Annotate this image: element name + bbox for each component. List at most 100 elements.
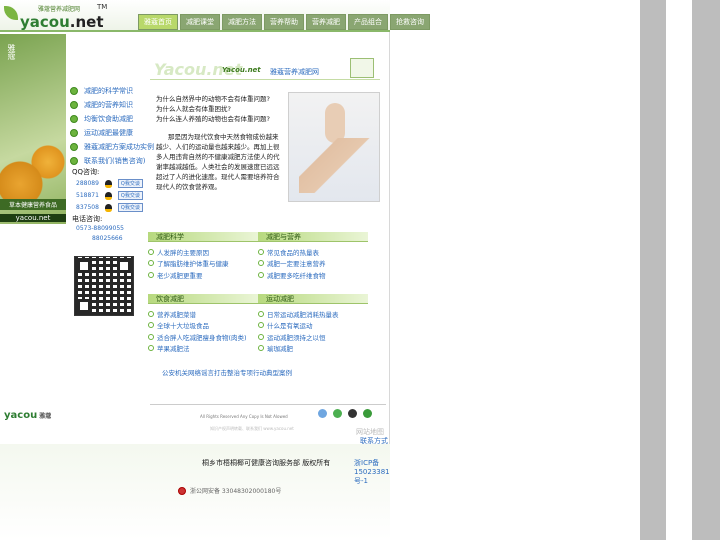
section-link-label: 减肥要多吃纤维食物 — [267, 271, 326, 280]
side-link[interactable]: 运动减肥最健康 — [70, 126, 154, 140]
icp-link[interactable]: 浙ICP备15023381号-1 — [354, 458, 390, 486]
qq-row: 518871 Q我交谈 — [76, 191, 143, 200]
model-photo — [288, 92, 380, 202]
side-link-label: 减肥的营养知识 — [84, 101, 133, 109]
fruit-image: 雅蔻 草本健康营养食品 yacou.net — [0, 34, 66, 224]
section-exercise: 运动减肥 日常运动减肥消耗热量表 什么是有氧运动 运动减肥须持之以恒 瑜珈减肥 — [258, 294, 368, 354]
side-links: 减肥的科学常识 减肥的营养知识 均衡饮食助减肥 运动减肥最健康 雅蔻减肥方案成功… — [70, 84, 154, 168]
section-link[interactable]: 减肥要多吃纤维食物 — [258, 269, 368, 281]
photo-figure — [325, 103, 345, 143]
weibo-icon[interactable] — [318, 409, 327, 418]
site-logo[interactable]: yacou.net — [20, 13, 104, 31]
section-link[interactable]: 了解脂肪维护体重与健康 — [148, 258, 258, 270]
leaf-logo-icon — [4, 6, 18, 20]
side-link[interactable]: 减肥的营养知识 — [70, 98, 154, 112]
section-science: 减肥科学 人发胖的主要原因 了解脂肪维护体重与健康 老少减肥更重要 — [148, 232, 258, 281]
side-link-label: 运动减肥最健康 — [84, 129, 133, 137]
police-record[interactable]: 浙公网安备 33048302000180号 — [178, 486, 281, 495]
nav-nutrition-diet[interactable]: 营养减肥 — [306, 14, 346, 30]
qq-number[interactable]: 518871 — [76, 192, 99, 199]
qq-number[interactable]: 288089 — [76, 180, 99, 187]
section-link-label: 瑜珈减肥 — [267, 345, 293, 354]
section-link-label: 营养减肥菜谱 — [157, 310, 196, 319]
section-link[interactable]: 全球十大垃圾食品 — [148, 320, 258, 332]
side-link[interactable]: 减肥的科学常识 — [70, 84, 154, 98]
qq-number[interactable]: 837508 — [76, 204, 99, 211]
nav-home[interactable]: 雅蔻首页 — [138, 14, 178, 30]
leaf-icon — [363, 409, 372, 418]
bottom-logo-small: 雅蔻 — [39, 413, 52, 420]
section-link[interactable]: 瑜珈减肥 — [258, 343, 368, 355]
circle-arrow-icon — [258, 271, 264, 278]
section-link-label: 了解脂肪维护体重与健康 — [157, 260, 229, 269]
section-link[interactable]: 常见食品的热量表 — [258, 246, 368, 258]
side-link[interactable]: 联系我们(销售咨询) — [70, 154, 154, 168]
qq-row: 288089 Q我交谈 — [76, 179, 143, 188]
copyright: 桐乡市梧桐椰可健康咨询服务部 版权所有 — [202, 459, 331, 467]
circle-arrow-icon — [148, 248, 154, 255]
tel-number-1: 0573-88099055 — [76, 225, 124, 232]
qq-icon[interactable] — [348, 409, 357, 418]
section-link-label: 人发胖的主要原因 — [157, 248, 209, 257]
arrow-bullet-icon — [70, 115, 78, 123]
tel-label: 电话咨询: — [72, 215, 103, 223]
banner-tag: Yacou.net — [222, 66, 261, 74]
fruit-caption: 草本健康营养食品 — [0, 199, 66, 210]
section-link[interactable]: 老少减肥更重要 — [148, 269, 258, 281]
side-link-label: 联系我们(销售咨询) — [84, 157, 146, 165]
site-frame: 雅蔻营养减肥网 TM yacou.net 雅蔻首页 减肥课堂 减肥方法 营养帮助… — [0, 0, 430, 540]
section-title: 减肥科学 — [148, 232, 258, 242]
circle-arrow-icon — [148, 333, 154, 340]
section-link[interactable]: 人发胖的主要原因 — [148, 246, 258, 258]
qq-penguin-icon — [104, 179, 112, 188]
circle-arrow-icon — [258, 345, 264, 352]
section-link-label: 常见食品的热量表 — [267, 248, 319, 257]
intro-question: 为什么自然界中的动物不会有体重问题? — [156, 95, 270, 103]
logo-subtitle: 雅蔻营养减肥网 — [38, 6, 81, 13]
section-title: 减肥与营养 — [258, 232, 368, 242]
page: 雅蔻营养减肥网 TM yacou.net 雅蔻首页 减肥课堂 减肥方法 营养帮助… — [0, 0, 720, 540]
section-link-label: 减肥一定要注意营养 — [267, 260, 326, 269]
section-link-label: 运动减肥须持之以恒 — [267, 333, 326, 342]
qq-penguin-icon — [104, 203, 112, 212]
section-diet: 饮食减肥 营养减肥菜谱 全球十大垃圾食品 适合胖人吃减肥瘦身食物(肉类) 苹果减… — [148, 294, 258, 354]
fruit-caption-domain: yacou.net — [0, 214, 66, 222]
qr-corner — [117, 259, 131, 273]
section-link[interactable]: 适合胖人吃减肥瘦身食物(肉类) — [148, 331, 258, 343]
section-title: 饮食减肥 — [148, 294, 258, 304]
police-badge-icon — [178, 486, 186, 495]
side-link-label: 雅蔻减肥方案成功实例 — [84, 143, 154, 151]
circle-arrow-icon — [258, 310, 264, 317]
banner: Yacou.net Yacou.net 雅蔻营养减肥网 — [150, 58, 380, 80]
qq-chat-button[interactable]: Q我交谈 — [117, 191, 143, 200]
banner-figure-icon — [350, 58, 374, 78]
section-link[interactable]: 减肥一定要注意营养 — [258, 258, 368, 270]
circle-arrow-icon — [148, 345, 154, 352]
intro-question: 为什么人就会有体重困扰? — [156, 105, 231, 113]
main-nav: 雅蔻首页 减肥课堂 减肥方法 营养帮助 营养减肥 产品组合 抢救咨询 — [138, 14, 430, 30]
intro-question: 为什么连人养殖的动物也会有体重问题? — [156, 115, 270, 123]
section-link[interactable]: 什么是有氧运动 — [258, 320, 368, 332]
nav-consult[interactable]: 抢救咨询 — [390, 14, 430, 30]
banner-tagline: 雅蔻营养减肥网 — [270, 68, 319, 76]
nav-class[interactable]: 减肥课堂 — [180, 14, 220, 30]
police-notice-link[interactable]: 公安机关网络谣言打击整治专项行动典型案例 — [162, 367, 292, 377]
section-link[interactable]: 运动减肥须持之以恒 — [258, 331, 368, 343]
side-link[interactable]: 雅蔻减肥方案成功实例 — [70, 140, 154, 154]
circle-arrow-icon — [258, 248, 264, 255]
wechat-icon[interactable] — [333, 409, 342, 418]
circle-arrow-icon — [258, 260, 264, 267]
section-link[interactable]: 日常运动减肥消耗热量表 — [258, 308, 368, 320]
nav-nutrition-help[interactable]: 营养帮助 — [264, 14, 304, 30]
side-link[interactable]: 均衡饮食助减肥 — [70, 112, 154, 126]
qq-chat-button[interactable]: Q我交谈 — [117, 179, 143, 188]
nav-products[interactable]: 产品组合 — [348, 14, 388, 30]
section-link[interactable]: 苹果减肥法 — [148, 343, 258, 355]
qq-chat-button[interactable]: Q我交谈 — [117, 203, 143, 212]
section-nutrition: 减肥与营养 常见食品的热量表 减肥一定要注意营养 减肥要多吃纤维食物 — [258, 232, 368, 281]
footer-strip: All Rights Reserved Any Copy Is Not Alow… — [150, 404, 386, 434]
nav-methods[interactable]: 减肥方法 — [222, 14, 262, 30]
section-link[interactable]: 营养减肥菜谱 — [148, 308, 258, 320]
logo-main: yacou — [20, 13, 70, 31]
rights-notice: All Rights Reserved Any Copy Is Not Alow… — [200, 414, 288, 419]
